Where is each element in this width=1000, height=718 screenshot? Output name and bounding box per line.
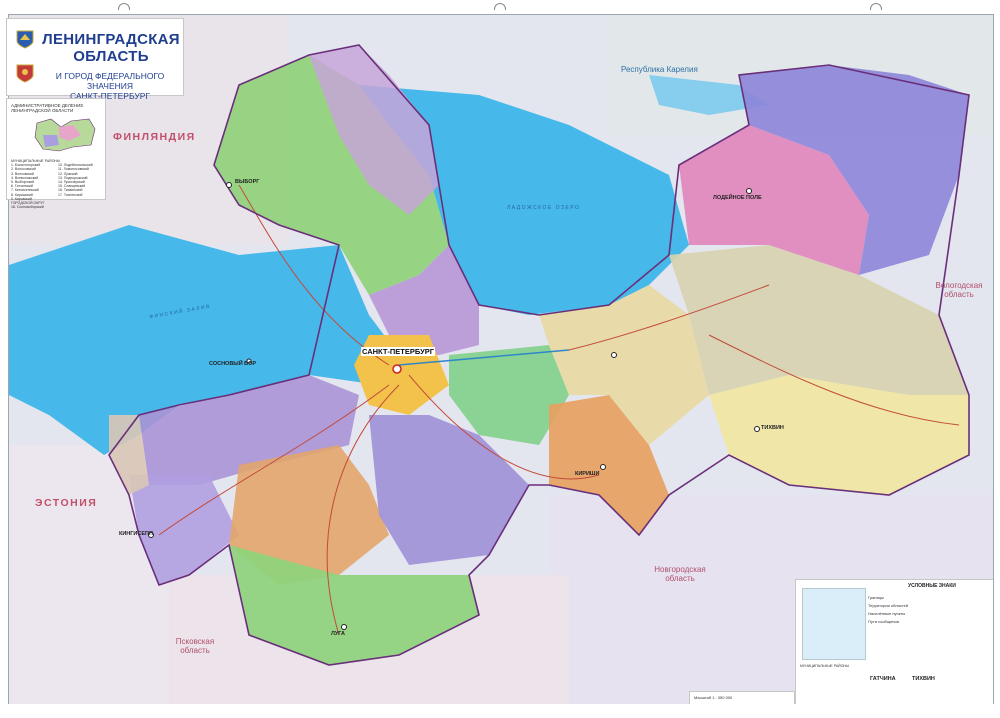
- inset-district-item: 17. Тосненский: [58, 192, 83, 197]
- map-title: ЛЕНИНГРАДСКАЯ ОБЛАСТЬ: [42, 31, 180, 65]
- inset-district-list: МУНИЦИПАЛЬНЫЕ РАЙОНЫ 1. Бокситогорский 2.…: [11, 159, 103, 209]
- legend-section-borders: Границы: [868, 595, 884, 600]
- title-panel: ЛЕНИНГРАДСКАЯ ОБЛАСТЬ И ГОРОД ФЕДЕРАЛЬНО…: [6, 18, 184, 101]
- legend-footer-left: ГАТЧИНА: [870, 676, 896, 682]
- map-hanger-top: [0, 0, 1000, 14]
- inset-map: [34, 118, 96, 152]
- city-marker: [246, 358, 252, 364]
- legend-list-heading: МУНИЦИПАЛЬНЫЕ РАЙОНЫ: [800, 664, 850, 668]
- legend-section-territories: Территории областей: [868, 603, 909, 608]
- spb-crest-icon: [16, 64, 34, 83]
- inset-urban-item: 18. Сосновоборский: [11, 205, 44, 210]
- city-marker: [148, 532, 154, 538]
- oblast-crest-icon: [16, 30, 34, 49]
- legend-spb-inset: [802, 588, 866, 660]
- city-marker: [754, 426, 760, 432]
- hanger-ring: [870, 3, 882, 10]
- city-marker: [341, 624, 347, 630]
- legend-section-settlements: Населённые пункты: [868, 611, 906, 616]
- legend-footer-right: ТИХВИН: [912, 676, 935, 682]
- admin-division-inset: АДМИНИСТРАТИВНОЕ ДЕЛЕНИЕ ЛЕНИНГРАДСКОЙ О…: [6, 98, 106, 209]
- city-marker: [600, 464, 606, 470]
- inset-title: АДМИНИСТРАТИВНОЕ ДЕЛЕНИЕ ЛЕНИНГРАДСКОЙ О…: [11, 103, 84, 113]
- scale-text: Масштаб 1 : 350 000: [694, 695, 733, 700]
- legend-section-roads: Пути сообщения: [868, 619, 899, 624]
- city-marker: [226, 182, 232, 188]
- map-hanger-bottom: [0, 704, 1000, 718]
- city-marker: [746, 188, 752, 194]
- legend-sections: Границы Территории областей Населённые п…: [868, 594, 908, 626]
- map-legend: УСЛОВНЫЕ ЗНАКИ МУНИЦИПАЛЬНЫЕ РАЙОНЫ Гран…: [795, 579, 993, 705]
- map-frame[interactable]: ФИНЛЯНДИЯ ЭСТОНИЯ Республика Карелия Вол…: [8, 14, 994, 706]
- legend-title: УСЛОВНЫЕ ЗНАКИ: [908, 583, 956, 589]
- map-subtitle: И ГОРОД ФЕДЕРАЛЬНОГО ЗНАЧЕНИЯ САНКТ-ПЕТЕ…: [37, 71, 183, 101]
- city-marker: [611, 352, 617, 358]
- spb-marker: [392, 364, 402, 374]
- map-subtitle-line1: И ГОРОД ФЕДЕРАЛЬНОГО ЗНАЧЕНИЯ: [55, 71, 165, 91]
- inset-list-items: 1. Бокситогорский 2. Волосовский 3. Волхов…: [11, 163, 103, 201]
- legend-district-list: МУНИЦИПАЛЬНЫЕ РАЙОНЫ: [800, 664, 864, 705]
- hanger-ring: [494, 3, 506, 10]
- hanger-ring: [118, 3, 130, 10]
